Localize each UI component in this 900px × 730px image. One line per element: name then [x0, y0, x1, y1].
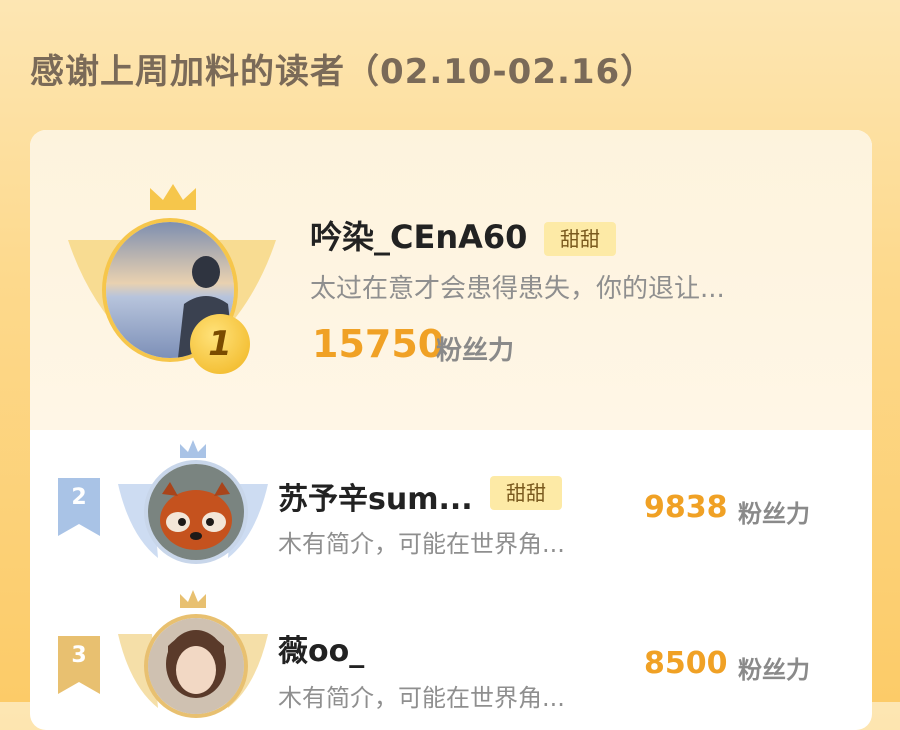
reader-bio: 木有简介，可能在世界角...	[278, 684, 565, 712]
rank-number: 2	[71, 485, 87, 510]
reader-name[interactable]: 吟染_CEnA60	[310, 212, 527, 258]
fan-power-unit: 粉丝力	[738, 500, 810, 528]
fan-level-badge: 甜甜	[544, 222, 616, 256]
list-item[interactable]: 3 薇oo_ 木有简介，可能在世界角... 8500 粉丝力	[30, 586, 872, 730]
fan-power-unit: 粉丝力	[436, 336, 515, 366]
reader-bio: 木有简介，可能在世界角...	[278, 530, 565, 558]
avatar[interactable]	[144, 460, 248, 564]
avatar[interactable]	[144, 614, 248, 718]
page-title: 感谢上周加料的读者（02.10-02.16）	[30, 52, 656, 92]
fan-level-badge: 甜甜	[490, 476, 562, 510]
reader-name[interactable]: 苏予辛sum...	[278, 474, 473, 518]
leaderboard-card: 1 吟染_CEnA60 甜甜 太过在意才会患得患失，你的退让... 15750 …	[30, 130, 872, 730]
fan-power-unit: 粉丝力	[738, 656, 810, 684]
fan-power-score: 15750	[312, 322, 445, 366]
reader-bio: 太过在意才会患得患失，你的退让...	[310, 274, 725, 304]
fan-power-score: 8500	[644, 646, 728, 681]
reader-name[interactable]: 薇oo_	[278, 626, 364, 670]
rank-badge: 1	[190, 314, 250, 374]
fan-power-score: 9838	[644, 490, 728, 525]
rank-number: 1	[208, 324, 232, 364]
list-item[interactable]: 2 苏予辛sum... 甜甜 木有简介，可能在世界角... 9838 粉丝力	[30, 430, 872, 580]
rank-number: 3	[71, 643, 87, 668]
